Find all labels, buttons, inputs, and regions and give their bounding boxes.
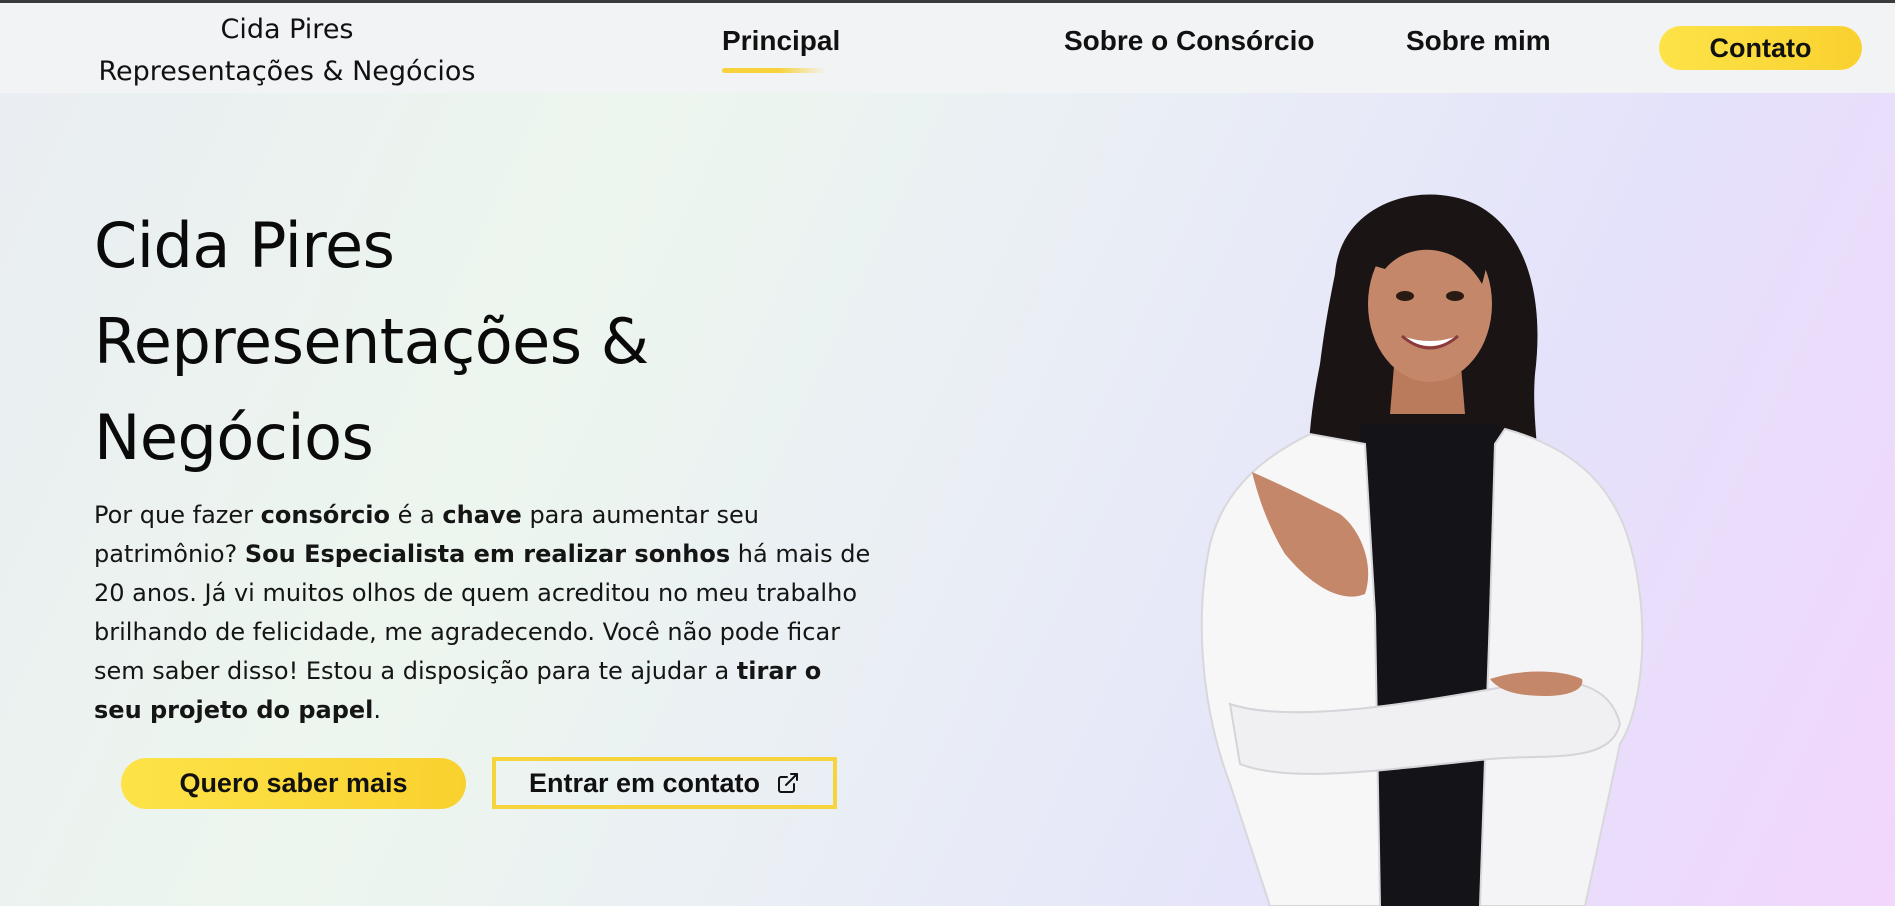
nav-item-sobre-mim[interactable]: Sobre mim (1406, 25, 1551, 57)
hero-description: Por que fazer consórcio é a chave para a… (94, 496, 874, 730)
hero-text-bold-1: consórcio (260, 501, 391, 529)
hero-title: Cida Pires Representações & Negócios (94, 198, 854, 486)
hero-title-line-3: Negócios (94, 401, 374, 474)
get-in-touch-label: Entrar em contato (528, 767, 761, 798)
nav-item-principal[interactable]: Principal (722, 25, 840, 57)
nav-active-underline (722, 68, 826, 73)
hero-text-part-1: Por que fazer (94, 501, 261, 529)
hero-title-line-2: Representações & (94, 305, 649, 378)
external-link-icon (776, 771, 800, 795)
brand-line-2: Representações & Negócios (98, 56, 476, 87)
hero-text-part-5: . (373, 696, 382, 724)
brand-logo[interactable]: Cida Pires Representações & Negócios (94, 9, 480, 93)
hero-title-line-1: Cida Pires (94, 209, 395, 282)
nav-item-sobre-consorcio[interactable]: Sobre o Consórcio (1064, 25, 1314, 57)
portrait-photo (1190, 184, 1690, 906)
get-in-touch-button[interactable]: Entrar em contato (492, 757, 837, 809)
site-header: Cida Pires Representações & Negócios Pri… (0, 3, 1895, 93)
contact-button[interactable]: Contato (1659, 26, 1862, 70)
hero-text-bold-2: chave (442, 501, 522, 529)
hero-text-bold-3: Sou Especialista em realizar sonhos (244, 540, 731, 568)
hero-text-part-2: é a (390, 501, 443, 529)
learn-more-button[interactable]: Quero saber mais (121, 758, 466, 809)
brand-line-1: Cida Pires (220, 14, 354, 45)
